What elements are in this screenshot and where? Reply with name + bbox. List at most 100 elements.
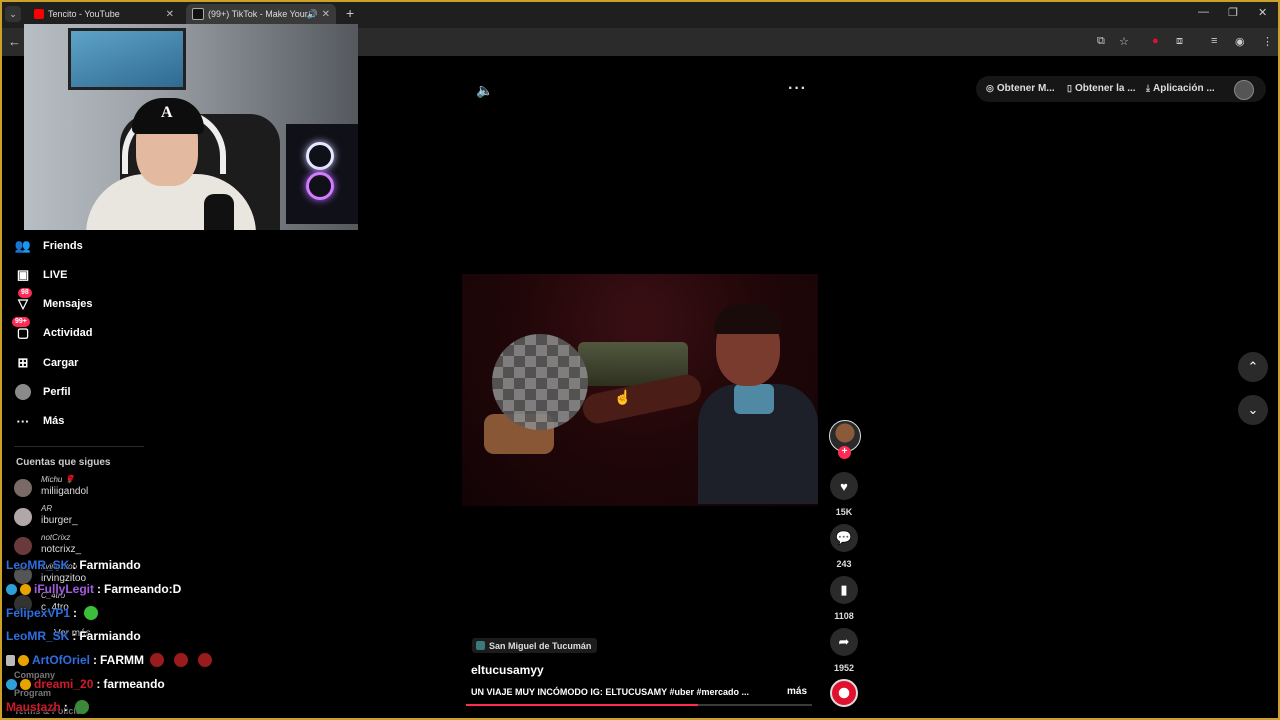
music-disc-icon[interactable] (830, 679, 858, 707)
video-description: UN VIAJE MUY INCÓMODO IG: ELTUCUSAMY #ub… (471, 687, 750, 697)
chat-message: FelipexVP1: (6, 606, 99, 620)
video-scene-driver (698, 304, 818, 504)
more-options-icon[interactable]: ··· (788, 80, 807, 98)
chat-username: dreami_20 (34, 677, 94, 691)
chat-username: LeoMR_SK (6, 629, 70, 643)
following-account[interactable]: Michu 🌹 miliigandol (14, 475, 164, 501)
following-account[interactable]: AR iburger_ (14, 504, 164, 530)
next-video-button[interactable]: ⌄ (1238, 395, 1268, 425)
video-progress-bar[interactable] (466, 704, 812, 706)
like-button[interactable]: ♥ (830, 472, 858, 500)
close-tab-icon[interactable]: ✕ (322, 9, 330, 20)
chat-text: FARMM (100, 653, 145, 667)
media-control-icon[interactable]: ≡ (1211, 35, 1217, 47)
follow-plus-icon[interactable]: + (838, 446, 851, 459)
sidebar-item-messages[interactable]: ▽ 98 Mensajes (14, 288, 93, 314)
desktop-app-button[interactable]: ⤓ Aplicación ... (1146, 83, 1215, 94)
bookmark-star-icon[interactable]: ☆ (1119, 35, 1129, 48)
webcam-fan (306, 172, 334, 200)
get-app-button[interactable]: ▯ Obtener la ... (1067, 83, 1136, 94)
webcam-tv (68, 28, 186, 90)
chat-separator: : (96, 677, 101, 691)
speaker-icon[interactable]: 🔊 (307, 9, 318, 20)
sidebar-item-label: Mensajes (43, 298, 93, 310)
close-window-button[interactable]: ✕ (1258, 6, 1267, 19)
following-title: Cuentas que sigues (16, 457, 111, 468)
webcam-fan (306, 142, 334, 170)
new-tab-button[interactable]: + (346, 5, 354, 21)
profile-avatar-icon[interactable]: ◉ (1235, 35, 1245, 48)
chat-text: Farmiando (79, 558, 141, 572)
chat-separator: : (73, 606, 78, 620)
location-tag[interactable]: San Miguel de Tucumán (472, 638, 598, 653)
account-username: notcrixz_ (41, 544, 82, 555)
extensions-puzzle-icon[interactable]: ⧈ (1176, 35, 1183, 48)
sidebar-item-more[interactable]: ··· Más (14, 411, 65, 431)
account-nickname: notCrixz (41, 533, 71, 542)
coin-icon: ◎ (986, 83, 994, 93)
browser-menu-icon[interactable]: ⋮ (1262, 35, 1273, 48)
tab-title: Tencito - YouTube (48, 9, 120, 19)
close-tab-icon[interactable]: ✕ (166, 9, 174, 20)
webcam-overlay: A (24, 24, 358, 230)
comment-button[interactable]: 💬 (830, 524, 858, 552)
sidebar-item-profile[interactable]: Perfil (14, 382, 71, 402)
comment-icon: 💬 (835, 530, 853, 545)
sidebar-item-upload[interactable]: ⊞ Cargar (14, 353, 79, 373)
volume-icon[interactable]: 🔈 (476, 82, 493, 99)
maximize-button[interactable]: ❐ (1228, 6, 1238, 19)
chat-badge-icon (20, 678, 31, 690)
button-label: Aplicación ... (1152, 83, 1215, 94)
chat-badge-icon (20, 583, 31, 595)
notification-badge: 99+ (12, 317, 30, 327)
sidebar-item-label: LIVE (43, 269, 68, 281)
video-player[interactable] (462, 274, 818, 506)
get-coins-button[interactable]: ◎ Obtener M... (986, 83, 1055, 94)
tab-youtube[interactable]: Tencito - YouTube ✕ (28, 4, 180, 24)
chat-username: Maustazh (6, 700, 61, 714)
sidebar-item-label: Más (43, 415, 65, 427)
minimize-button[interactable]: — (1198, 6, 1209, 18)
emote-icon (84, 606, 99, 620)
phone-icon: ▯ (1067, 83, 1072, 93)
chevron-up-icon: ⌃ (1247, 359, 1259, 374)
video-progress-fill (466, 704, 698, 706)
extension-icon[interactable]: ● (1152, 35, 1159, 47)
sidebar-item-live[interactable]: ▣ LIVE (14, 265, 68, 285)
sidebar-item-friends[interactable]: 👥 Friends (14, 236, 83, 256)
pixelated-face (492, 334, 588, 430)
chat-separator: : (72, 629, 77, 643)
sidebar-item-activity[interactable]: ▢ 99+ Actividad (12, 317, 93, 343)
sidebar-divider (14, 446, 144, 447)
tab-search-button[interactable]: ⌄ (5, 6, 21, 22)
install-app-icon[interactable]: ⧉ (1097, 35, 1105, 48)
previous-video-button[interactable]: ⌃ (1238, 352, 1268, 382)
tab-title: (99+) TikTok - Make Your Da (208, 9, 308, 19)
button-label: Obtener M... (996, 83, 1055, 94)
account-nickname: Michu 🌹 (41, 475, 75, 484)
account-username: iburger_ (41, 515, 78, 526)
avatar (14, 479, 32, 497)
back-arrow-icon[interactable]: ← (8, 34, 21, 49)
emote-icon (174, 653, 189, 667)
messages-icon: ▽ 98 (14, 288, 32, 313)
chat-separator: : (72, 558, 77, 572)
save-button[interactable]: ▮ (830, 576, 858, 604)
chat-message: LeoMR_SK: Farmiando (6, 558, 141, 572)
user-avatar[interactable] (1234, 80, 1254, 100)
tab-tiktok[interactable]: (99+) TikTok - Make Your Da 🔊 ✕ (186, 4, 336, 24)
chat-badge-icon (6, 654, 15, 666)
chat-message: Maustazh: (6, 700, 89, 714)
share-icon: ➦ (838, 634, 850, 649)
chat-separator: : (97, 582, 101, 596)
header-actions: ◎ Obtener M... ▯ Obtener la ... ⤓ Aplicació… (976, 76, 1266, 102)
chat-message: ArtOfOriel: FARMM (6, 653, 213, 667)
heart-icon: ♥ (840, 478, 848, 494)
video-author[interactable]: eltucusamyy (471, 663, 544, 677)
following-account[interactable]: notCrixz notcrixz_ (14, 533, 164, 559)
description-more-link[interactable]: más (787, 686, 807, 697)
share-button[interactable]: ➦ (830, 628, 858, 656)
avatar (14, 537, 32, 555)
chevron-down-icon: ⌄ (1247, 402, 1259, 417)
chat-separator: : (63, 700, 68, 714)
